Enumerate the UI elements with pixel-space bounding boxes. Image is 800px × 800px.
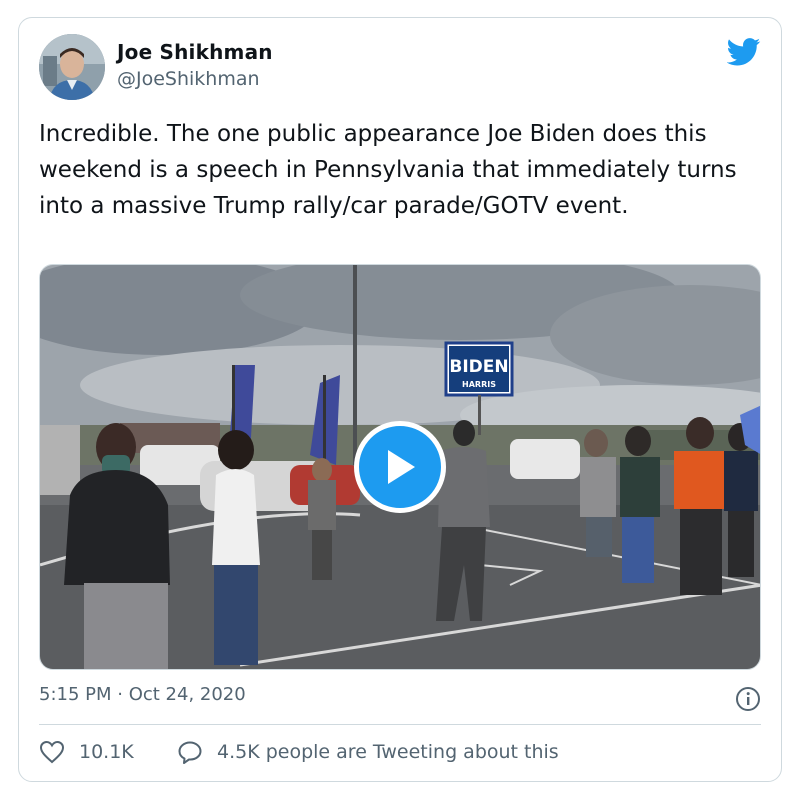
info-icon[interactable] <box>735 686 761 712</box>
heart-icon <box>39 740 65 764</box>
like-button[interactable]: 10.1K <box>39 740 134 764</box>
play-button[interactable] <box>354 421 446 513</box>
twitter-bird-icon[interactable] <box>727 38 761 66</box>
timestamp[interactable]: 5:15 PM · Oct 24, 2020 <box>39 684 246 705</box>
speech-bubble-icon <box>178 741 202 764</box>
sign-text-sub: HARRIS <box>462 380 496 389</box>
tweeting-about-text: 4.5K people are Tweeting about this <box>217 741 559 763</box>
divider <box>39 724 761 725</box>
tweet-card: Joe Shikhman @JoeShikhman Incredible. Th… <box>18 17 782 782</box>
like-count: 10.1K <box>79 741 134 763</box>
display-name[interactable]: Joe Shikhman <box>117 40 273 64</box>
video-thumbnail[interactable]: BIDEN HARRIS <box>39 264 761 670</box>
tweeting-about-button[interactable]: 4.5K people are Tweeting about this <box>177 740 559 764</box>
handle[interactable]: @JoeShikhman <box>117 68 260 90</box>
play-icon <box>388 450 415 484</box>
sign-text-main: BIDEN <box>449 357 508 377</box>
avatar[interactable] <box>39 34 105 100</box>
tweet-text: Incredible. The one public appearance Jo… <box>39 121 737 219</box>
